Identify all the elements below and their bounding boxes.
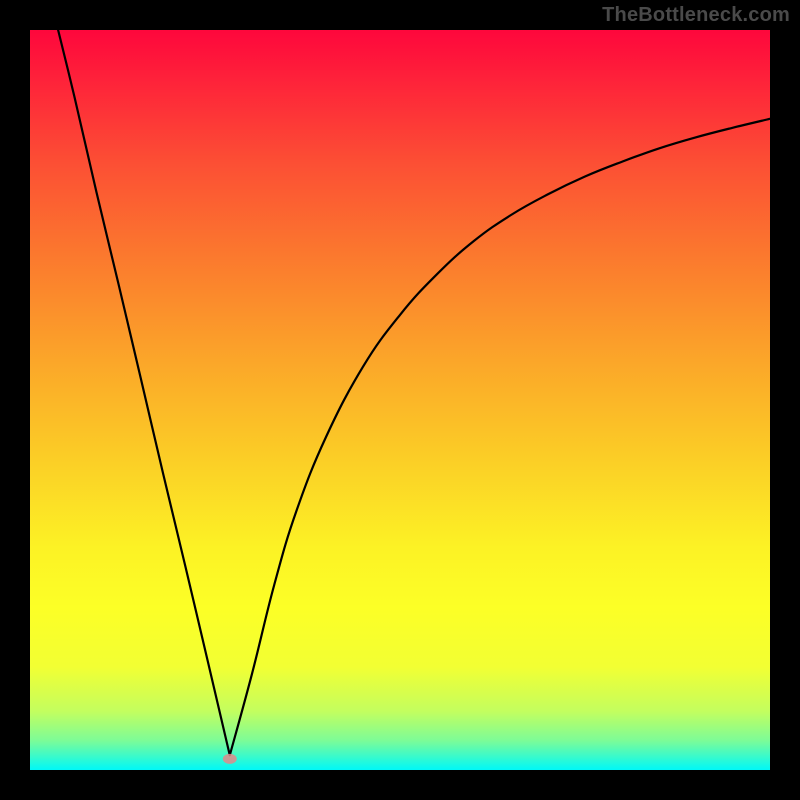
chart-frame <box>30 30 770 770</box>
watermark-text: TheBottleneck.com <box>602 4 790 27</box>
plot-area <box>30 30 770 770</box>
minimum-marker <box>223 754 237 764</box>
curve-layer <box>30 30 770 770</box>
bottleneck-curve <box>58 30 770 755</box>
